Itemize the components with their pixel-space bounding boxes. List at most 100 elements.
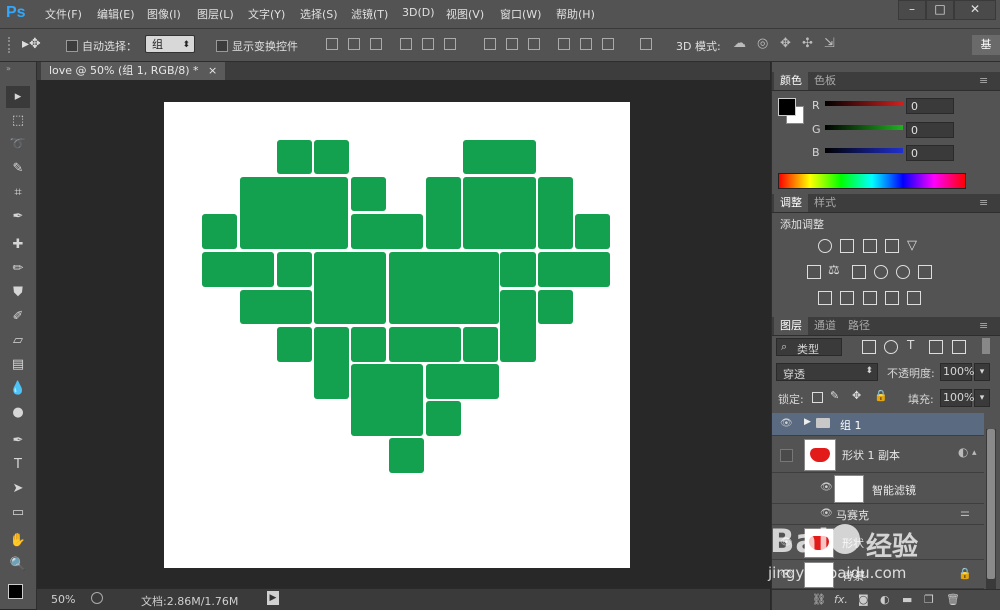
- color-lookup-icon[interactable]: [918, 265, 932, 279]
- move-tool-icon[interactable]: ▸: [6, 86, 30, 108]
- status-info-icon[interactable]: [91, 592, 103, 604]
- channel-r-slider[interactable]: [825, 101, 903, 106]
- lock-transparent-icon[interactable]: [812, 392, 823, 403]
- close-button[interactable]: ✕: [954, 0, 996, 20]
- foreground-swatch[interactable]: [778, 98, 796, 116]
- collapse-arrow-icon[interactable]: ▴: [972, 448, 977, 458]
- menu-select[interactable]: 选择(S): [300, 6, 338, 22]
- visibility-eye-icon[interactable]: 👁: [780, 537, 793, 548]
- distribute-top-icon[interactable]: [484, 38, 496, 50]
- 3d-slide-icon[interactable]: ✣: [802, 36, 813, 51]
- collapse-arrows-icon[interactable]: »: [6, 64, 11, 73]
- visibility-eye-icon[interactable]: 👁: [820, 482, 833, 493]
- opacity-slider-arrow-icon[interactable]: ▾: [974, 363, 990, 381]
- gradient-tool-icon[interactable]: ▤: [6, 354, 30, 376]
- align-bottom-icon[interactable]: [370, 38, 382, 50]
- panel-menu-icon[interactable]: ≡: [979, 319, 988, 332]
- filter-toggle[interactable]: [982, 338, 990, 354]
- vibrance-icon[interactable]: ▽: [907, 238, 917, 253]
- curves-icon[interactable]: [863, 239, 877, 253]
- filter-smart-object-icon[interactable]: [952, 340, 966, 354]
- tab-styles[interactable]: 样式: [808, 194, 842, 212]
- color-balance-icon[interactable]: ⚖: [828, 263, 840, 278]
- eyedropper-tool-icon[interactable]: ✒: [6, 206, 30, 228]
- eraser-tool-icon[interactable]: ▱: [6, 330, 30, 352]
- adjustment-icon[interactable]: ◐: [880, 593, 890, 606]
- distribute-right-icon[interactable]: [602, 38, 614, 50]
- menu-help[interactable]: 帮助(H): [556, 6, 595, 22]
- auto-align-icon[interactable]: [640, 38, 652, 50]
- smart-filter-indicator-icon[interactable]: ◐: [958, 445, 968, 459]
- tab-adjustments[interactable]: 调整: [774, 194, 808, 212]
- distribute-vcenter-icon[interactable]: [506, 38, 518, 50]
- 3d-rotate-icon[interactable]: ☁: [733, 36, 746, 51]
- lasso-tool-icon[interactable]: ➰: [6, 134, 30, 156]
- link-icon[interactable]: ⛓: [812, 593, 826, 606]
- posterize-icon[interactable]: [840, 291, 854, 305]
- fill-slider-arrow-icon[interactable]: ▾: [974, 389, 990, 407]
- layer-row-group-1[interactable]: 👁 ▶ 组 1: [772, 413, 984, 436]
- hue-saturation-icon[interactable]: [807, 265, 821, 279]
- photo-filter-icon[interactable]: [874, 265, 888, 279]
- exposure-icon[interactable]: [885, 239, 899, 253]
- crop-tool-icon[interactable]: ⌗: [6, 182, 30, 204]
- maximize-button[interactable]: □: [926, 0, 954, 20]
- channel-mixer-icon[interactable]: [896, 265, 910, 279]
- status-menu-arrow-icon[interactable]: ▶: [267, 591, 279, 605]
- marquee-tool-icon[interactable]: ⬚: [6, 110, 30, 132]
- align-top-icon[interactable]: [326, 38, 338, 50]
- menu-edit[interactable]: 编辑(E): [97, 6, 135, 22]
- menu-window[interactable]: 窗口(W): [500, 6, 541, 22]
- align-right-icon[interactable]: [444, 38, 456, 50]
- pen-tool-icon[interactable]: ✒: [6, 430, 30, 452]
- distribute-hcenter-icon[interactable]: [580, 38, 592, 50]
- new-layer-icon[interactable]: ❐: [924, 593, 934, 606]
- visibility-eye-icon[interactable]: 👁: [780, 418, 793, 429]
- brightness-contrast-icon[interactable]: [818, 239, 832, 253]
- fill-input[interactable]: 100%: [940, 389, 974, 407]
- foreground-color-swatch[interactable]: [8, 584, 23, 599]
- levels-icon[interactable]: [840, 239, 854, 253]
- quick-select-tool-icon[interactable]: ✎: [6, 158, 30, 180]
- fx-icon[interactable]: fx.: [834, 593, 848, 606]
- filter-type-icon[interactable]: T: [907, 338, 914, 352]
- clone-stamp-tool-icon[interactable]: ⛊: [6, 282, 30, 304]
- workspace-switcher[interactable]: 基: [972, 35, 1000, 55]
- shape-tool-icon[interactable]: ▭: [6, 502, 30, 524]
- layer-row-shape-copy[interactable]: 形状 1 副本 ◐ ▴: [772, 436, 984, 473]
- blend-mode-dropdown[interactable]: 穿透 ⬍: [776, 363, 878, 381]
- menu-view[interactable]: 视图(V): [446, 6, 484, 22]
- expand-arrow-icon[interactable]: ▶: [804, 417, 811, 427]
- tab-color[interactable]: 颜色: [774, 72, 808, 90]
- move-tool-preset-icon[interactable]: ▸✥: [22, 36, 41, 52]
- channel-b-value[interactable]: 0: [906, 145, 954, 161]
- panel-menu-icon[interactable]: ≡: [979, 196, 988, 209]
- visibility-eye-icon[interactable]: 👁: [820, 508, 833, 519]
- blur-tool-icon[interactable]: 💧: [6, 378, 30, 400]
- tab-paths[interactable]: 路径: [842, 317, 876, 335]
- threshold-icon[interactable]: [863, 291, 877, 305]
- selective-color-icon[interactable]: [907, 291, 921, 305]
- document-tab-close[interactable]: ×: [208, 64, 217, 77]
- layer-row-shape[interactable]: 👁 形状: [772, 525, 984, 560]
- tab-layers[interactable]: 图层: [774, 317, 808, 335]
- history-brush-tool-icon[interactable]: ✐: [6, 306, 30, 328]
- hand-tool-icon[interactable]: ✋: [6, 530, 30, 552]
- lock-position-icon[interactable]: ✥: [852, 389, 861, 402]
- black-white-icon[interactable]: [852, 265, 866, 279]
- align-hcenter-icon[interactable]: [422, 38, 434, 50]
- lock-all-icon[interactable]: 🔒: [874, 389, 888, 402]
- 3d-scale-icon[interactable]: ⇲: [824, 36, 835, 51]
- channel-g-slider[interactable]: [825, 125, 903, 130]
- healing-brush-tool-icon[interactable]: ✚: [6, 234, 30, 256]
- tab-swatches[interactable]: 色板: [808, 72, 842, 90]
- visibility-toggle-hidden[interactable]: [780, 449, 793, 462]
- invert-icon[interactable]: [818, 291, 832, 305]
- channel-g-value[interactable]: 0: [906, 122, 954, 138]
- brush-tool-icon[interactable]: ✏: [6, 258, 30, 280]
- type-tool-icon[interactable]: T: [6, 454, 30, 476]
- transform-controls-checkbox[interactable]: [216, 40, 228, 52]
- opacity-input[interactable]: 100%: [940, 363, 974, 381]
- minimize-button[interactable]: –: [898, 0, 926, 20]
- visibility-eye-icon[interactable]: 👁: [780, 569, 793, 580]
